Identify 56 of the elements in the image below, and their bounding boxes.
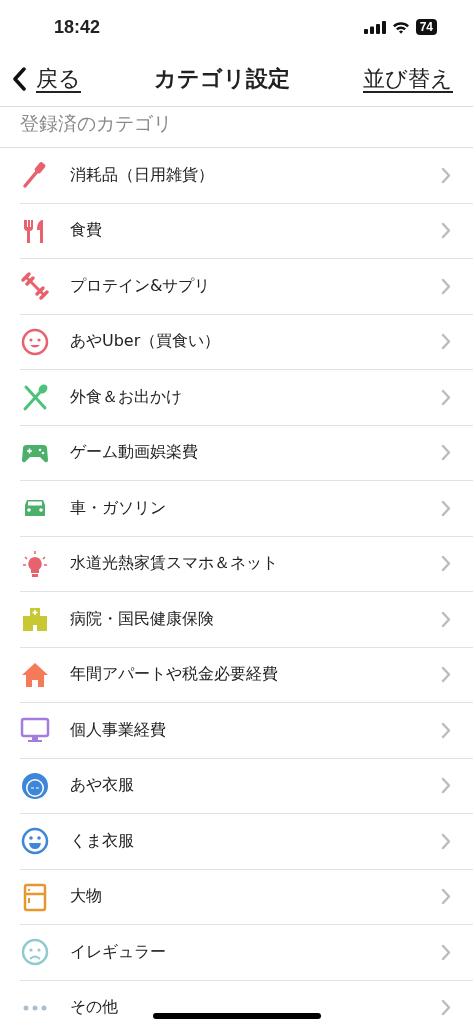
- chevron-right-icon: [441, 888, 451, 906]
- chevron-right-icon: [441, 777, 451, 795]
- sort-button[interactable]: 並び替え: [363, 64, 453, 94]
- category-row[interactable]: 水道光熱家賃スマホ＆ネット: [20, 536, 473, 592]
- category-row[interactable]: 年間アパートや税金必要経費: [20, 647, 473, 703]
- category-label: 病院・国民健康保険: [70, 608, 214, 630]
- category-label: 大物: [70, 886, 102, 908]
- category-row[interactable]: 個人事業経費: [20, 703, 473, 759]
- category-label: 車・ガソリン: [70, 497, 166, 519]
- category-row[interactable]: あやUber（買食い）: [20, 314, 473, 370]
- section-header: 登録済のカテゴリ: [0, 106, 473, 148]
- category-label: あや衣服: [70, 775, 134, 797]
- category-row[interactable]: 病院・国民健康保険: [20, 592, 473, 648]
- category-label: 水道光熱家賃スマホ＆ネット: [70, 553, 278, 575]
- category-label: ゲーム動画娯楽費: [70, 442, 198, 464]
- chevron-right-icon: [441, 388, 451, 406]
- category-label: 食費: [70, 220, 102, 242]
- battery-level: 74: [415, 19, 437, 35]
- category-row[interactable]: 外食＆お出かけ: [20, 370, 473, 426]
- category-row[interactable]: 大物: [20, 869, 473, 925]
- category-label: 個人事業経費: [70, 719, 166, 741]
- chevron-right-icon: [441, 333, 451, 351]
- category-row[interactable]: 食費: [20, 203, 473, 259]
- chevron-right-icon: [441, 166, 451, 184]
- category-row[interactable]: プロテイン&サプリ: [20, 259, 473, 315]
- signal-icon: [363, 20, 386, 34]
- chevron-right-icon: [441, 610, 451, 628]
- category-label: 消耗品（日用雑貨）: [70, 164, 214, 186]
- category-label: あやUber（買食い）: [70, 331, 221, 353]
- chevron-right-icon: [441, 943, 451, 961]
- page-title: カテゴリ設定: [154, 65, 290, 93]
- category-label: 年間アパートや税金必要経費: [70, 664, 278, 686]
- category-label: 外食＆お出かけ: [70, 386, 182, 408]
- category-label: プロテイン&サプリ: [70, 275, 211, 297]
- category-label: イレギュラー: [70, 941, 166, 963]
- chevron-right-icon: [441, 721, 451, 739]
- chevron-right-icon: [441, 277, 451, 295]
- chevron-right-icon: [441, 666, 451, 684]
- chevron-right-icon: [441, 999, 451, 1017]
- chevron-right-icon: [441, 222, 451, 240]
- category-row[interactable]: 車・ガソリン: [20, 481, 473, 537]
- status-time: 18:42: [54, 16, 101, 38]
- chevron-right-icon: [441, 444, 451, 462]
- category-row[interactable]: ゲーム動画娯楽費: [20, 425, 473, 481]
- chevron-left-icon: [12, 67, 26, 91]
- category-label: くま衣服: [70, 830, 134, 852]
- category-row[interactable]: イレギュラー: [20, 925, 473, 981]
- chevron-right-icon: [441, 832, 451, 850]
- chevron-right-icon: [441, 499, 451, 517]
- category-row[interactable]: くま衣服: [20, 814, 473, 870]
- wifi-icon: [391, 20, 410, 34]
- back-button[interactable]: 戻る: [12, 64, 81, 94]
- category-row[interactable]: 消耗品（日用雑貨）: [20, 148, 473, 204]
- category-row[interactable]: あや衣服: [20, 758, 473, 814]
- chevron-right-icon: [441, 555, 451, 573]
- category-label: その他: [70, 997, 118, 1019]
